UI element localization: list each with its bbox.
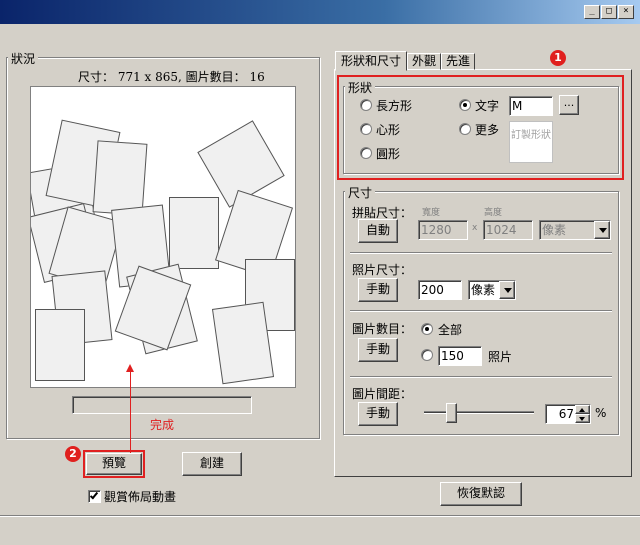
collage-unit-select[interactable]: 像素: [539, 220, 611, 240]
width-label: 寬度: [422, 208, 441, 218]
height-label: 高度: [484, 208, 503, 218]
annotation-badge-2: 2: [65, 446, 81, 462]
tab-shape-size[interactable]: 形狀和尺寸: [335, 51, 407, 71]
spacing-slider-track[interactable]: [424, 411, 534, 414]
spin-up-button[interactable]: [575, 405, 590, 414]
photo-tile: [211, 301, 275, 385]
chevron-down-icon: [579, 417, 585, 421]
radio-text[interactable]: [459, 99, 471, 111]
radio-more[interactable]: [459, 123, 471, 135]
chevron-down-icon[interactable]: [594, 221, 610, 239]
photo-count-manual-button[interactable]: 手動: [358, 338, 398, 362]
photo-count-input[interactable]: 150: [438, 346, 482, 366]
shape-legend: 形狀: [345, 79, 376, 96]
animate-label: 觀賞佈局動畫: [104, 490, 177, 504]
title-bar: [0, 0, 640, 24]
text-shape-input[interactable]: M: [509, 96, 553, 116]
label-heart: 心形: [376, 123, 401, 137]
chevron-up-icon: [579, 408, 585, 412]
close-button[interactable]: ×: [618, 5, 634, 19]
radio-all[interactable]: [421, 323, 433, 335]
percent-label: %: [595, 406, 607, 420]
tab-appearance[interactable]: 外觀: [407, 53, 441, 70]
custom-shape-button[interactable]: 訂製形狀: [509, 121, 553, 163]
height-input[interactable]: 1024: [483, 220, 533, 240]
label-more: 更多: [475, 123, 500, 137]
preview-canvas: [30, 86, 296, 388]
label-circle: 圓形: [376, 147, 401, 161]
divider: [350, 252, 612, 254]
photo-size-label: 照片尺寸：: [352, 263, 413, 277]
collage-auto-button[interactable]: 自動: [358, 219, 398, 243]
annotation-arrow-head: [126, 364, 134, 372]
minimize-button[interactable]: _: [584, 5, 600, 19]
collage-unit-value: 像素: [542, 223, 567, 237]
label-text: 文字: [475, 99, 500, 113]
label-all: 全部: [438, 323, 463, 337]
width-input[interactable]: 1280: [418, 220, 468, 240]
photo-size-manual-button[interactable]: 手動: [358, 278, 398, 302]
divider: [350, 310, 612, 312]
spacing-slider-thumb[interactable]: [446, 403, 457, 423]
tab-advanced[interactable]: 先進: [441, 53, 475, 70]
preview-button[interactable]: 預覽: [86, 453, 142, 475]
radio-rectangle[interactable]: [360, 99, 372, 111]
status-info: 尺寸： 771 x 865, 圖片數目： 16: [78, 70, 265, 84]
radio-heart[interactable]: [360, 123, 372, 135]
animate-checkbox[interactable]: [88, 490, 101, 503]
radio-circle[interactable]: [360, 147, 372, 159]
restore-defaults-button[interactable]: 恢復默認: [440, 482, 522, 506]
checkmark-icon: [89, 490, 99, 500]
photo-unit-value: 像素: [471, 283, 496, 297]
divider: [350, 376, 612, 378]
annotation-badge-1: 1: [550, 50, 566, 66]
photo-tile: [35, 309, 85, 381]
done-label: 完成: [150, 418, 175, 432]
annotation-arrow-line: [130, 370, 131, 456]
photo-unit-select[interactable]: 像素: [468, 280, 516, 300]
spin-down-button[interactable]: [575, 414, 590, 423]
create-button[interactable]: 創建: [182, 452, 242, 476]
radio-count[interactable]: [421, 349, 433, 361]
photo-tile: [92, 140, 148, 216]
spacing-manual-button[interactable]: 手動: [358, 402, 398, 426]
chevron-down-icon[interactable]: [499, 281, 515, 299]
label-rectangle: 長方形: [376, 99, 413, 113]
status-divider: [0, 515, 640, 517]
times-label: x: [472, 223, 478, 233]
progress-bar: [72, 396, 252, 414]
photo-size-input[interactable]: 200: [418, 280, 462, 300]
size-legend: 尺寸: [345, 184, 376, 201]
spacing-label: 圖片間距：: [352, 387, 413, 401]
photos-label: 照片: [488, 350, 513, 364]
maximize-button[interactable]: □: [601, 5, 617, 19]
status-legend: 狀況: [8, 50, 39, 67]
photo-count-label: 圖片數目：: [352, 322, 413, 336]
browse-button[interactable]: ...: [559, 95, 579, 115]
photo-tile: [169, 197, 219, 269]
